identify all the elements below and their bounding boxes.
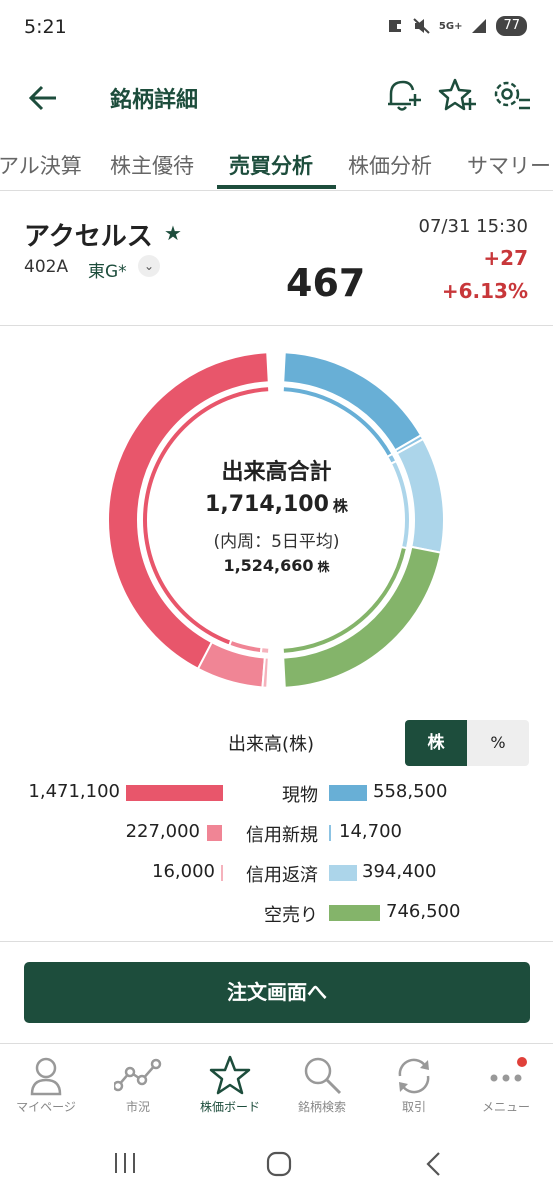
price-change-percent: +6.13% [441, 279, 528, 303]
nav-label: 市況 [125, 1100, 150, 1114]
sell-value: 558,500 [373, 781, 448, 802]
sell-bar [329, 865, 357, 881]
nav-stock-search[interactable]: 銘柄検索 [276, 1050, 368, 1125]
active-tab-indicator [217, 185, 336, 189]
tab-financial[interactable]: アル決算 [0, 150, 82, 180]
legend-label: 空売り [264, 905, 318, 926]
buy-value: 1,471,100 [28, 781, 120, 802]
price-datetime: 07/31 15:30 [418, 216, 528, 237]
stock-name: アクセルス [24, 222, 153, 252]
tab-price-analysis[interactable]: 株価分析 [348, 150, 432, 180]
status-bar: 5:21 5G+ 77 [0, 0, 553, 56]
price-change: +27 [483, 246, 528, 270]
legend-label: 信用返済 [246, 865, 318, 886]
bottom-nav: マイページ 市況 株価ボード 銘柄検索 取引 メニュー [0, 1043, 553, 1128]
legend-row: 空売り 746,500 [0, 898, 553, 928]
volume-donut-chart: 出来高合計 1,714,100 株 (内周：5日平均) 1,524,660 株 [0, 326, 553, 716]
person-icon [30, 1057, 62, 1096]
legend-row: 227,000 信用新規 14,700 [0, 818, 553, 848]
mute-icon [413, 18, 430, 34]
order-screen-button[interactable]: 注文画面へ [24, 962, 530, 1023]
battery-indicator: 77 [496, 16, 527, 36]
recent-apps-icon[interactable] [112, 1150, 138, 1176]
nav-market[interactable]: 市況 [92, 1050, 184, 1125]
toggle-percent[interactable]: % [467, 720, 529, 766]
nav-mypage[interactable]: マイページ [0, 1050, 92, 1125]
donut-inner-total: 1,524,660 株 [0, 556, 553, 575]
nav-label: 銘柄検索 [297, 1100, 346, 1114]
search-icon [304, 1057, 342, 1095]
volume-legend: 出来高(株) 株 % 1,471,100 現物 558,500 227,000 … [0, 716, 553, 942]
more-icon [490, 1057, 527, 1082]
settings-icon[interactable] [489, 74, 533, 118]
donut-inner-total-value: 1,524,660 [223, 556, 314, 575]
home-icon[interactable] [265, 1150, 293, 1178]
donut-inner-label: (内周：5日平均) [213, 532, 340, 552]
donut-total: 1,714,100 株 [0, 492, 553, 517]
stock-price: 467 [286, 261, 366, 305]
sell-value: 14,700 [339, 821, 402, 842]
favorite-star-icon: ★ [164, 221, 182, 245]
donut-inner-buy-segment [259, 646, 271, 655]
stock-header: アクセルス ★ 402A 東G* ⌄ 467 07/31 15:30 +27 +… [0, 191, 553, 326]
back-nav-icon[interactable] [423, 1150, 443, 1178]
alert-add-icon[interactable] [381, 74, 425, 118]
market-label[interactable]: 東G* [88, 257, 127, 282]
refresh-icon [398, 1058, 430, 1094]
system-nav-bar [0, 1128, 553, 1200]
network-indicator: 5G+ [438, 20, 463, 32]
buy-bar [221, 865, 223, 881]
buy-value: 227,000 [125, 821, 200, 842]
tab-bar: アル決算 株主優待 売買分析 株価分析 サマリー [0, 140, 553, 191]
buy-bar [126, 785, 223, 801]
chevron-down-icon[interactable]: ⌄ [138, 255, 160, 277]
donut-total-value: 1,714,100 [205, 492, 329, 517]
donut-sell-segment [282, 351, 423, 452]
legend-row: 1,471,100 現物 558,500 [0, 778, 553, 808]
unit-toggle: 株 % [405, 720, 529, 766]
sell-bar [329, 785, 367, 801]
wallet-icon [388, 20, 403, 32]
buy-bar [207, 825, 222, 841]
nav-label: マイページ [16, 1100, 76, 1114]
stock-code: 402A [24, 257, 69, 277]
page-title: 銘柄詳細 [110, 88, 199, 113]
donut-inner-unit: 株 [317, 560, 330, 574]
legend-label: 信用新規 [246, 825, 318, 846]
sell-value: 746,500 [386, 901, 461, 922]
signal-icon [472, 19, 487, 33]
sell-bar [329, 905, 380, 921]
chart-line-icon [114, 1058, 162, 1092]
buy-value: 16,000 [152, 861, 215, 882]
sell-value: 394,400 [362, 861, 437, 882]
app-bar: 銘柄詳細 [0, 56, 553, 140]
back-arrow-icon[interactable] [24, 78, 64, 118]
nav-label: メニュー [481, 1100, 530, 1114]
nav-label: 株価ボード [199, 1100, 260, 1114]
tab-trade-analysis[interactable]: 売買分析 [229, 150, 313, 180]
status-icons: 5G+ 77 [387, 16, 527, 36]
status-time: 5:21 [24, 16, 67, 38]
nav-trade[interactable]: 取引 [368, 1050, 460, 1125]
tab-shareholder-benefits[interactable]: 株主優待 [110, 150, 194, 180]
toggle-shares[interactable]: 株 [405, 720, 467, 766]
legend-row: 16,000 信用返済 394,400 [0, 858, 553, 888]
star-icon [209, 1055, 251, 1095]
legend-label: 現物 [282, 785, 318, 806]
tab-summary[interactable]: サマリー [467, 150, 551, 180]
donut-svg [107, 351, 445, 689]
favorite-add-icon[interactable] [435, 74, 479, 118]
legend-header: 出来高(株) [228, 734, 315, 755]
donut-total-unit: 株 [332, 497, 348, 515]
nav-menu[interactable]: メニュー [460, 1050, 552, 1125]
nav-stock-board[interactable]: 株価ボード [184, 1050, 276, 1125]
nav-label: 取引 [401, 1100, 426, 1114]
sell-bar [329, 825, 331, 841]
donut-title: 出来高合計 [221, 460, 332, 485]
